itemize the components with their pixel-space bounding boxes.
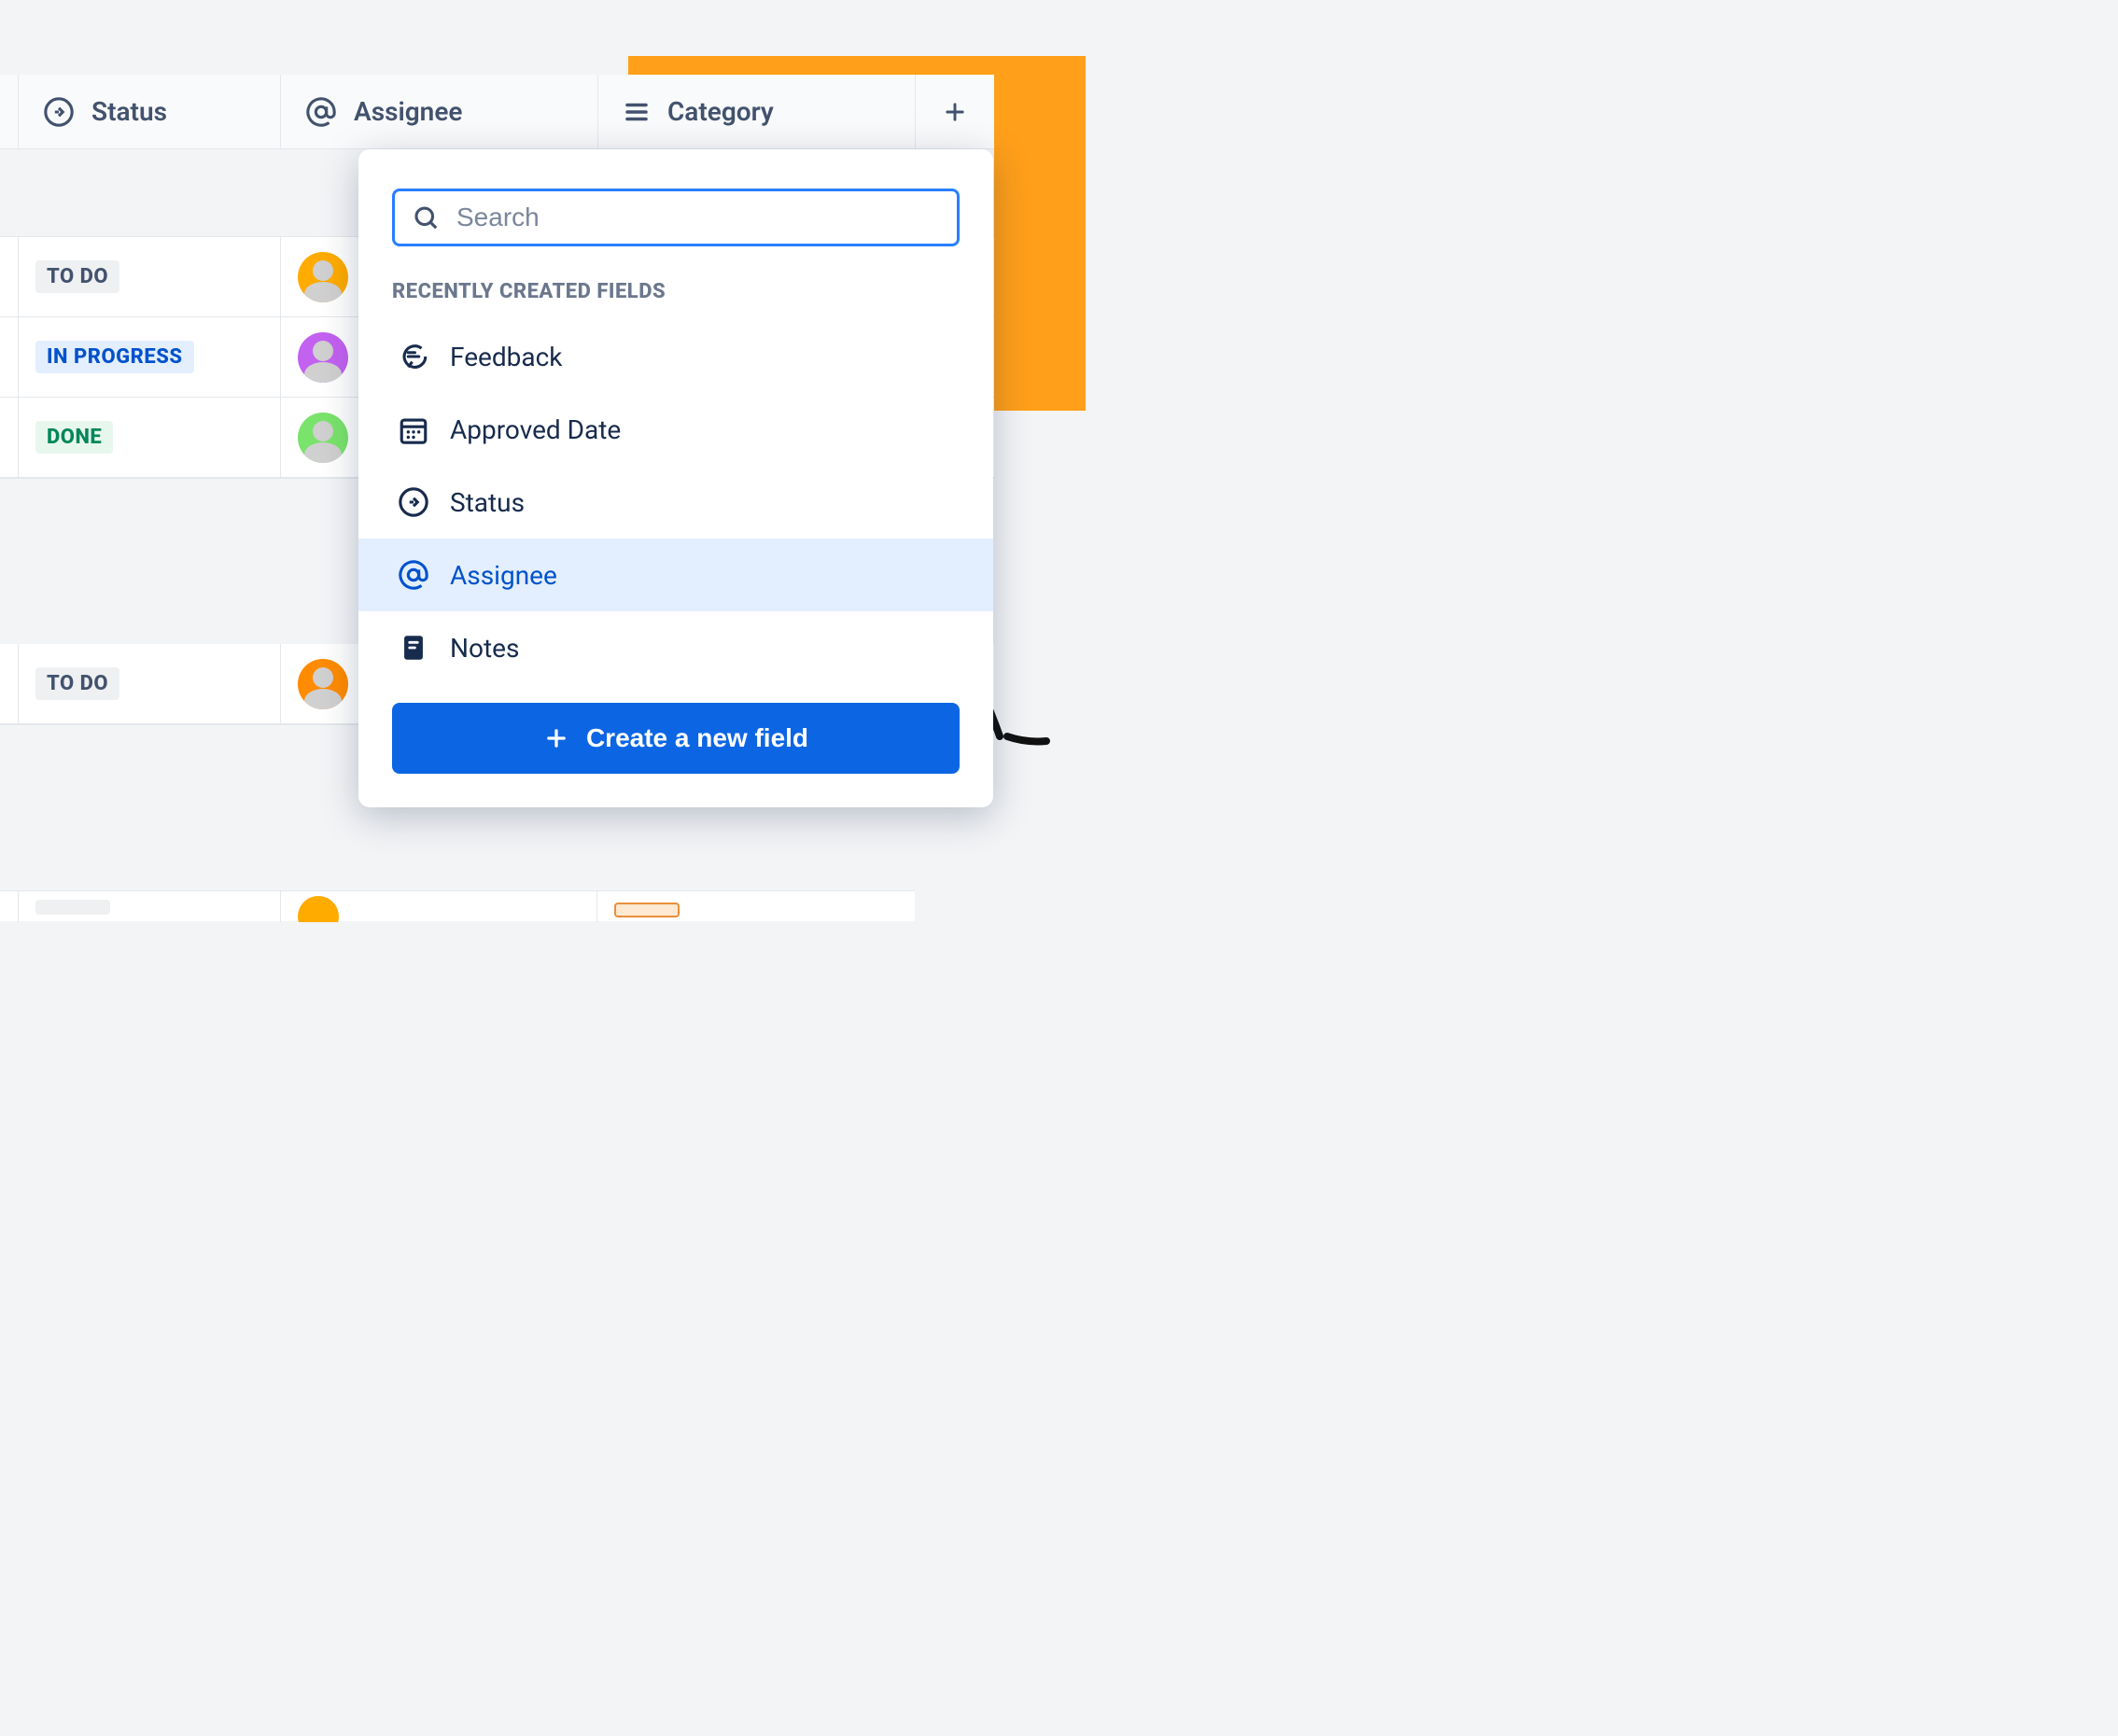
field-option-label: Status <box>450 487 525 518</box>
field-option-notes[interactable]: Notes <box>358 611 993 684</box>
avatar <box>298 413 348 463</box>
calendar-icon <box>398 413 429 445</box>
column-header-row: Status Assignee Category <box>0 75 994 149</box>
column-header-label: Status <box>91 96 167 127</box>
column-header-assignee[interactable]: Assignee <box>281 75 598 148</box>
notes-icon <box>398 632 429 664</box>
create-field-label: Create a new field <box>586 723 808 753</box>
add-field-dropdown: RECENTLY CREATED FIELDS Feedback Approve… <box>358 149 993 807</box>
status-cell[interactable]: TO DO <box>19 644 281 723</box>
search-input-wrapper[interactable] <box>392 189 960 246</box>
add-column-button[interactable] <box>916 75 994 148</box>
column-header-label: Assignee <box>354 96 462 127</box>
create-field-button[interactable]: Create a new field <box>392 703 960 774</box>
assignee-cell <box>281 891 598 922</box>
table-row-partial <box>0 890 915 921</box>
field-option-status[interactable]: Status <box>358 466 993 539</box>
status-icon <box>398 486 429 518</box>
status-cell <box>19 891 281 922</box>
category-chip-partial <box>614 903 680 917</box>
row-edge <box>0 644 19 723</box>
status-badge: TO DO <box>35 260 119 293</box>
mention-icon <box>305 96 337 128</box>
status-badge: IN PROGRESS <box>35 341 194 373</box>
avatar <box>298 332 348 383</box>
search-icon <box>412 203 440 231</box>
column-header-spacer <box>0 75 19 148</box>
status-icon <box>43 96 75 128</box>
row-edge <box>0 237 19 316</box>
row-edge <box>0 398 19 477</box>
field-option-label: Assignee <box>450 560 557 591</box>
section-label: RECENTLY CREATED FIELDS <box>358 271 993 320</box>
avatar <box>298 252 348 302</box>
column-header-label: Category <box>667 96 774 127</box>
search-container <box>358 149 993 271</box>
field-option-feedback[interactable]: Feedback <box>358 320 993 393</box>
status-cell[interactable]: IN PROGRESS <box>19 317 281 397</box>
field-option-approved-date[interactable]: Approved Date <box>358 393 993 466</box>
field-option-label: Notes <box>450 633 519 664</box>
mention-icon <box>398 559 429 591</box>
column-header-category[interactable]: Category <box>598 75 916 148</box>
status-badge: DONE <box>35 421 113 454</box>
search-input[interactable] <box>456 203 940 232</box>
list-icon <box>623 98 651 126</box>
status-cell[interactable]: TO DO <box>19 237 281 316</box>
field-option-assignee[interactable]: Assignee <box>358 539 993 611</box>
row-edge <box>0 317 19 397</box>
status-badge: TO DO <box>35 667 119 700</box>
avatar <box>298 896 339 923</box>
status-badge-partial <box>35 900 110 915</box>
status-cell[interactable]: DONE <box>19 398 281 477</box>
column-header-status[interactable]: Status <box>19 75 281 148</box>
avatar <box>298 659 348 709</box>
field-option-label: Approved Date <box>450 414 621 445</box>
row-edge <box>0 891 19 922</box>
plus-icon <box>543 725 569 751</box>
plus-icon <box>942 99 968 125</box>
category-cell <box>597 891 915 922</box>
feedback-icon <box>398 341 429 372</box>
field-option-label: Feedback <box>450 342 562 372</box>
